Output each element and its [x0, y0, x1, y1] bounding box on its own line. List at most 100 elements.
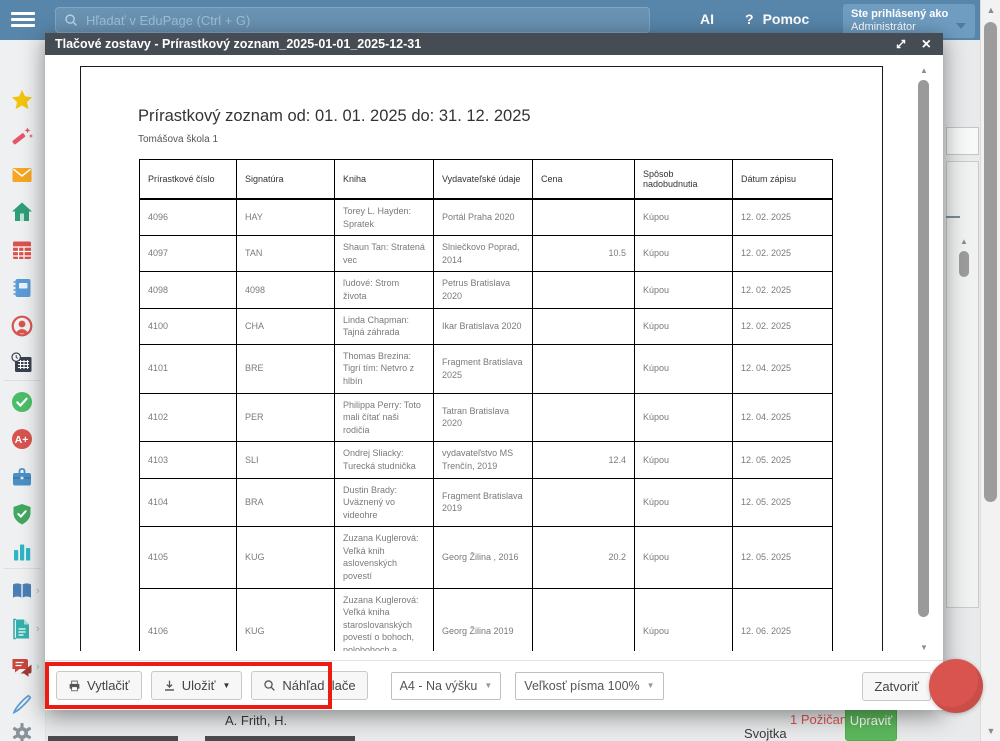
- table-row: 40984098ľudové: Strom životaPetrus Brati…: [140, 272, 833, 308]
- table-cell: SLI: [237, 442, 335, 478]
- help-label: Pomoc: [763, 11, 810, 27]
- table-cell: 12. 04. 2025: [733, 393, 833, 442]
- table-cell: Kúpou: [635, 236, 733, 272]
- table-cell: 12. 05. 2025: [733, 478, 833, 527]
- table-cell: Fragment Bratislava 2025: [434, 344, 533, 393]
- column-header: Dátum zápisu: [733, 160, 833, 200]
- sidebar-divider: [4, 568, 41, 569]
- table-cell: Kúpou: [635, 199, 733, 236]
- briefcase-icon[interactable]: [10, 465, 34, 489]
- scroll-up-icon[interactable]: ▲: [981, 5, 1000, 15]
- chevron-down-icon: [956, 23, 966, 29]
- table-cell: KUG: [237, 588, 335, 651]
- scroll-down-icon[interactable]: ▼: [981, 726, 1000, 736]
- table-cell: Kúpou: [635, 272, 733, 308]
- column-header: Spôsob nadobudnutia: [635, 160, 733, 200]
- person-icon[interactable]: [10, 314, 34, 338]
- background-author-text: A. Frith, H.: [225, 713, 287, 728]
- table-header-row: Prírastkové čísloSignatúraKnihaVydavateľ…: [140, 160, 833, 200]
- table-cell: Linda Chapman: Tajná záhrada: [335, 308, 434, 344]
- help-question-icon: ?: [745, 11, 754, 27]
- table-cell: PER: [237, 393, 335, 442]
- save-button-label: Uložiť: [182, 678, 216, 693]
- grade-aplus-icon[interactable]: A+: [10, 427, 34, 451]
- ai-button[interactable]: AI: [700, 11, 714, 27]
- table-cell: TAN: [237, 236, 335, 272]
- document-icon[interactable]: [10, 617, 34, 641]
- bar-chart-icon[interactable]: [10, 540, 34, 564]
- table-cell: [533, 344, 635, 393]
- hamburger-menu-icon[interactable]: [11, 9, 39, 31]
- close-button-label: Zatvoriť: [874, 679, 919, 694]
- table-cell: Zuzana Kuglerová: Veľká kniha staroslova…: [335, 588, 434, 651]
- mail-icon[interactable]: [10, 163, 34, 187]
- notebook-icon[interactable]: [10, 276, 34, 300]
- home-icon[interactable]: [10, 200, 34, 224]
- library-book-icon[interactable]: [10, 579, 34, 603]
- settings-gear-icon[interactable]: [10, 721, 34, 741]
- help-button[interactable]: ? Pomoc: [745, 11, 809, 27]
- table-cell: Ikar Bratislava 2020: [434, 308, 533, 344]
- check-circle-icon[interactable]: [10, 390, 34, 414]
- background-divider: [946, 216, 960, 218]
- table-cell: 4096: [140, 199, 237, 236]
- shield-check-icon[interactable]: [10, 502, 34, 526]
- page-scrollbar[interactable]: ▲ ▼: [980, 0, 1000, 741]
- table-cell: [533, 478, 635, 527]
- submenu-chevron-icon: ›: [36, 585, 40, 597]
- print-preview-label: Náhľad tlače: [282, 678, 355, 693]
- column-header: Vydavateľské údaje: [434, 160, 533, 200]
- table-row: 4103SLIOndrej Sliacky: Turecká studnička…: [140, 442, 833, 478]
- calendar-clock-icon[interactable]: [10, 351, 34, 375]
- star-icon[interactable]: [10, 88, 34, 112]
- table-cell: 12. 05. 2025: [733, 527, 833, 588]
- background-scroll-up-icon[interactable]: ▲: [956, 237, 972, 246]
- table-row: 4097TANShaun Tan: Stratená vecSlniečkovo…: [140, 236, 833, 272]
- table-cell: [533, 199, 635, 236]
- table-cell: [533, 393, 635, 442]
- close-icon[interactable]: ×: [922, 34, 931, 56]
- print-preview-button[interactable]: Náhľad tlače: [251, 671, 367, 700]
- table-row: 4096HAYTorey L. Hayden: SpratekPortál Pr…: [140, 199, 833, 236]
- table-cell: HAY: [237, 199, 335, 236]
- background-scrollbar-thumb[interactable]: [959, 251, 969, 277]
- timetable-icon[interactable]: [10, 238, 34, 262]
- table-row: 4101BREThomas Brezina: Tigrí tím: Netvro…: [140, 344, 833, 393]
- printer-icon: [68, 679, 81, 692]
- print-button[interactable]: Vytlačiť: [56, 671, 142, 700]
- table-cell: [533, 272, 635, 308]
- table-cell: Zuzana Kuglerová: Veľká knih aslovenskýc…: [335, 527, 434, 588]
- expand-icon[interactable]: [895, 38, 907, 50]
- print-button-label: Vytlačiť: [87, 678, 130, 693]
- table-cell: Tatran Bratislava 2020: [434, 393, 533, 442]
- edit-button[interactable]: Upraviť: [845, 707, 897, 741]
- modal-scroll-up-icon[interactable]: ▲: [916, 66, 932, 75]
- global-search[interactable]: [55, 7, 650, 33]
- save-button[interactable]: Uložiť ▼: [151, 671, 243, 700]
- chat-icon[interactable]: [10, 655, 34, 679]
- chevron-down-icon: ▼: [484, 681, 492, 690]
- table-cell: [533, 588, 635, 651]
- modal-scroll-down-icon[interactable]: ▼: [916, 643, 932, 652]
- table-cell: ľudové: Strom života: [335, 272, 434, 308]
- font-size-value: Veľkosť písma 100%: [524, 679, 639, 693]
- font-size-select[interactable]: Veľkosť písma 100% ▼: [515, 672, 663, 700]
- column-header: Kniha: [335, 160, 434, 200]
- page-scrollbar-thumb[interactable]: [984, 22, 997, 502]
- assistant-fab[interactable]: [929, 659, 983, 713]
- magic-wand-icon[interactable]: [10, 125, 34, 149]
- pen-icon[interactable]: [10, 692, 34, 716]
- close-button[interactable]: Zatvoriť: [862, 672, 931, 701]
- search-input[interactable]: [84, 12, 641, 29]
- paper-format-select[interactable]: A4 - Na výšku ▼: [391, 672, 502, 700]
- table-cell: Kúpou: [635, 527, 733, 588]
- submenu-chevron-icon: ›: [36, 661, 40, 673]
- modal-scrollbar-thumb[interactable]: [918, 80, 929, 617]
- magnifier-icon: [263, 679, 276, 692]
- table-cell: CHA: [237, 308, 335, 344]
- modal-scrollbar[interactable]: ▲ ▼: [916, 60, 932, 652]
- sidebar-divider: [4, 380, 41, 381]
- table-cell: 12. 02. 2025: [733, 199, 833, 236]
- table-cell: KUG: [237, 527, 335, 588]
- table-cell: Thomas Brezina: Tigrí tím: Netvro z hlbí…: [335, 344, 434, 393]
